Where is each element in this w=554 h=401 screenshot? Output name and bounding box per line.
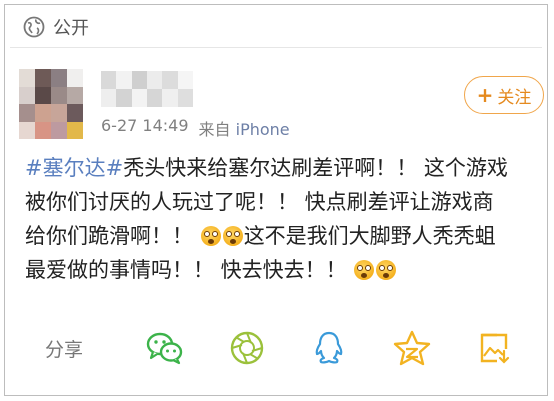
surprised-emoji-icon	[354, 260, 375, 280]
post-line: #塞尔达#秃头快来给塞尔达刷差评啊！！ 这个游戏	[25, 156, 508, 180]
qzone-star-icon	[393, 330, 430, 366]
surprised-emoji-icon	[376, 260, 397, 280]
qq-icon	[315, 331, 343, 364]
share-bar: 分享	[45, 323, 535, 373]
post-line: 被你们讨厌的人玩过了呢！！ 快点刷差评让游戏商	[25, 190, 494, 214]
share-label: 分享	[45, 338, 84, 361]
moments-icon	[230, 331, 264, 365]
globe-icon	[23, 16, 45, 38]
post-text: #塞尔达#秃头快来给塞尔达刷差评啊！！ 这个游戏 被你们讨厌的人玩过了呢！！ 快…	[25, 151, 547, 287]
header-divider	[10, 47, 542, 48]
share-wechat-button[interactable]	[124, 326, 206, 370]
visibility-indicator[interactable]: 公开	[23, 15, 89, 39]
surprised-emoji-icon	[200, 226, 221, 246]
post-meta: 6-27 14:49 来自 iPhone	[101, 116, 290, 140]
surprised-emoji-icon	[222, 226, 243, 246]
source-prefix: 来自	[198, 120, 231, 139]
share-moments-button[interactable]	[206, 326, 288, 370]
share-qzone-button[interactable]	[370, 326, 452, 370]
post-date: 6-27 14:49	[101, 116, 189, 135]
post-line: 最爱做的事情吗！！ 快去快去！！	[25, 253, 547, 287]
hashtag-link[interactable]: #塞尔达#	[25, 156, 123, 180]
save-image-button[interactable]	[453, 326, 535, 370]
username-blurred[interactable]	[101, 71, 193, 107]
follow-button[interactable]: + 关注	[464, 76, 544, 114]
weibo-post-card: 公开 6-27 14:49 来自 iPhone + 关注 #塞尔达#秃头快来给塞…	[4, 4, 548, 396]
wechat-icon	[146, 332, 182, 365]
follow-label: 关注	[497, 87, 532, 108]
share-qq-button[interactable]	[288, 326, 370, 370]
avatar[interactable]	[19, 69, 83, 139]
post-line: 给你们跪滑啊！！ 这不是我们大脚野人秃秃蛆	[25, 224, 496, 248]
save-image-icon	[480, 333, 509, 364]
plus-icon: +	[476, 83, 494, 107]
source-app[interactable]: iPhone	[236, 120, 290, 139]
visibility-label: 公开	[53, 18, 89, 39]
